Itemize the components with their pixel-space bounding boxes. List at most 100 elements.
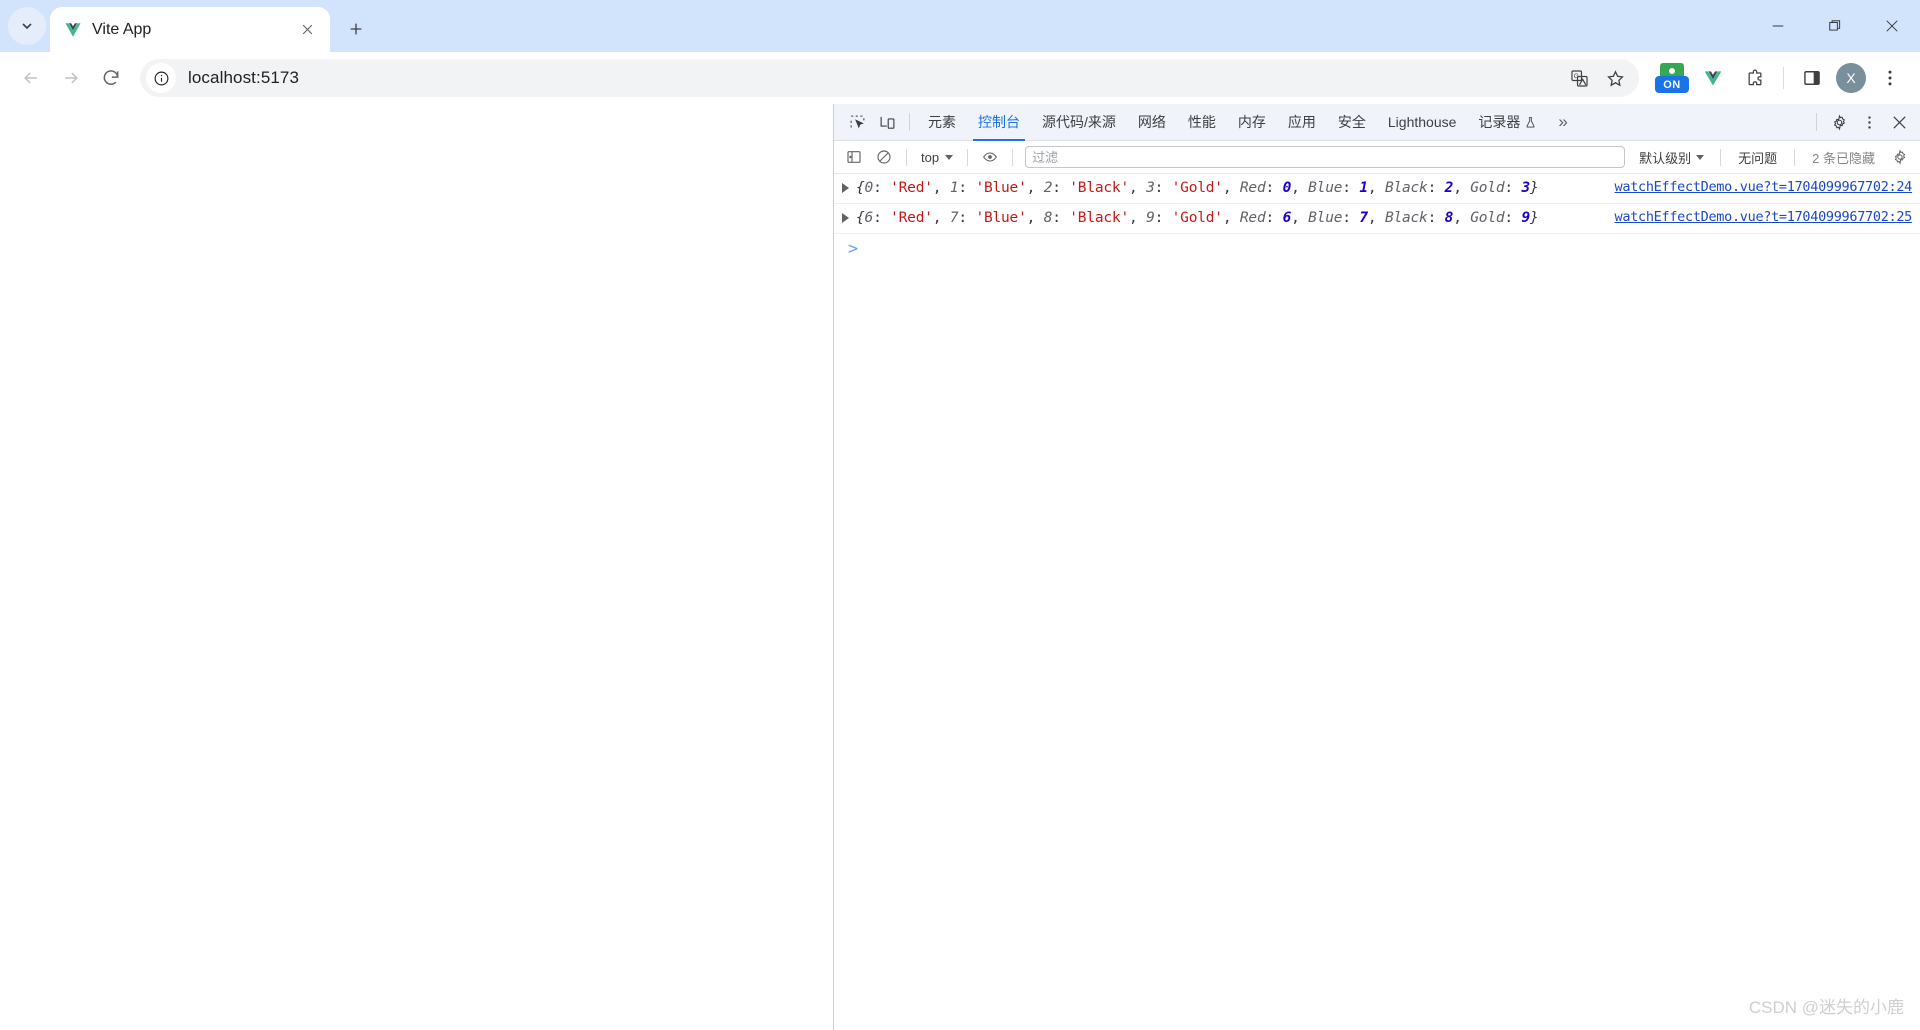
bookmark-button[interactable] <box>1599 62 1631 94</box>
console-filter-input[interactable] <box>1025 146 1626 168</box>
back-arrow-icon <box>24 72 37 84</box>
expand-arrow-icon[interactable] <box>834 179 856 193</box>
devtools-tab-memory[interactable]: 内存 <box>1227 104 1277 141</box>
devtools-settings-button[interactable] <box>1824 108 1854 136</box>
extensions-button[interactable] <box>1737 60 1773 96</box>
forward-arrow-icon <box>65 72 78 84</box>
devtools-tab-lighthouse[interactable]: Lighthouse <box>1377 104 1468 141</box>
star-icon <box>1606 69 1624 86</box>
close-icon <box>302 24 312 35</box>
translate-button[interactable]: G <box>1563 62 1595 94</box>
console-log-source-link[interactable]: watchEffectDemo.vue?t=1704099967702:25 <box>1601 209 1913 225</box>
plus-icon <box>350 23 362 35</box>
toolbar-right-actions: ON X <box>1655 60 1908 96</box>
inspect-element-button[interactable] <box>842 108 872 136</box>
gear-icon <box>1833 113 1845 131</box>
devtools-panel: 元素 控制台 源代码/来源 网络 性能 内存 应用 安全 Lighthouse … <box>833 104 1920 1030</box>
filterbar-divider-2 <box>967 148 969 166</box>
device-toolbar-icon <box>880 116 894 129</box>
execution-context-selector[interactable]: top <box>915 145 959 169</box>
console-prompt-row[interactable]: > <box>834 234 1920 264</box>
reload-button[interactable] <box>92 59 130 97</box>
console-message-list[interactable]: {0: 'Red', 1: 'Blue', 2: 'Black', 3: 'Go… <box>834 174 1920 1030</box>
filterbar-divider-1 <box>906 148 907 166</box>
maximize-button[interactable] <box>1806 0 1863 52</box>
tab-label: 记录器 <box>1478 114 1521 130</box>
live-expression-icon <box>983 152 998 162</box>
console-log-row[interactable]: {6: 'Red', 7: 'Blue', 8: 'Black', 9: 'Go… <box>834 204 1920 234</box>
filterbar-divider-3 <box>1012 148 1014 166</box>
close-window-button[interactable] <box>1863 0 1920 52</box>
browser-menu-button[interactable] <box>1872 60 1908 96</box>
reload-icon <box>103 70 119 85</box>
log-level-label: 默认级别 <box>1639 150 1692 166</box>
console-log-object: {0: 'Red', 1: 'Blue', 2: 'Black', 3: 'Go… <box>856 180 1539 196</box>
kebab-menu-icon <box>1867 115 1871 129</box>
browser-toolbar: localhost:5173 G ON X <box>0 52 1920 104</box>
console-settings-button[interactable] <box>1886 144 1914 170</box>
devtools-tab-elements[interactable]: 元素 <box>917 104 967 141</box>
console-sidebar-icon <box>847 151 861 163</box>
tab-close-button[interactable] <box>294 17 320 43</box>
devtools-tab-security[interactable]: 安全 <box>1327 104 1377 141</box>
site-info-button[interactable] <box>146 63 176 93</box>
devtools-tab-console[interactable]: 控制台 <box>967 104 1031 141</box>
forward-button[interactable] <box>52 59 90 97</box>
tab-label: Lighthouse <box>1387 114 1457 130</box>
side-panel-icon <box>1804 71 1820 85</box>
address-bar[interactable]: localhost:5173 G <box>140 59 1639 97</box>
web-page-viewport[interactable] <box>0 104 833 1030</box>
execution-context-label: top <box>921 149 940 165</box>
close-icon <box>1892 115 1906 129</box>
console-log-source-link[interactable]: watchEffectDemo.vue?t=1704099967702:24 <box>1601 179 1913 195</box>
expand-arrow-icon[interactable] <box>834 209 856 223</box>
tab-search-button[interactable] <box>8 7 46 45</box>
profile-avatar[interactable]: X <box>1836 63 1866 93</box>
more-tabs-button[interactable]: » <box>1548 112 1577 132</box>
devtools-tab-performance[interactable]: 性能 <box>1177 104 1227 141</box>
new-tab-button[interactable] <box>338 11 374 47</box>
tab-label: 安全 <box>1337 114 1366 130</box>
close-icon <box>1885 20 1898 32</box>
filterbar-divider-5 <box>1794 148 1796 166</box>
live-expression-button[interactable] <box>976 144 1004 170</box>
tab-strip: Vite App <box>0 0 1920 52</box>
flask-icon <box>1526 116 1535 128</box>
tab-label: 应用 <box>1287 114 1316 130</box>
console-log-object: {6: 'Red', 7: 'Blue', 8: 'Black', 9: 'Go… <box>856 210 1539 226</box>
clear-console-button[interactable] <box>870 144 898 170</box>
devtools-tab-recorder[interactable]: 记录器 <box>1467 104 1548 141</box>
toolbar-divider <box>1783 67 1784 89</box>
devtools-menu-button[interactable] <box>1854 108 1884 136</box>
prompt-chevron-icon: > <box>847 239 859 259</box>
content-area: 元素 控制台 源代码/来源 网络 性能 内存 应用 安全 Lighthouse … <box>0 104 1920 1030</box>
hidden-messages-count[interactable]: 2 条已隐藏 <box>1803 148 1884 167</box>
chevron-down-icon <box>1696 154 1705 160</box>
extension-on-button[interactable]: ON <box>1655 63 1689 93</box>
window-controls <box>1749 0 1920 52</box>
filterbar-divider-4 <box>1720 148 1722 166</box>
devtools-tab-application[interactable]: 应用 <box>1277 104 1327 141</box>
info-circle-icon <box>154 71 168 85</box>
browser-tab[interactable]: Vite App <box>50 7 330 52</box>
watermark: CSDN @迷失的小鹿 <box>1748 998 1904 1017</box>
devtools-tab-network[interactable]: 网络 <box>1127 104 1177 141</box>
tabbar-divider-right <box>1816 113 1817 131</box>
tab-label: 网络 <box>1137 114 1166 130</box>
back-button[interactable] <box>12 59 50 97</box>
console-log-row[interactable]: {0: 'Red', 1: 'Blue', 2: 'Black', 3: 'Go… <box>834 174 1920 204</box>
devtools-close-button[interactable] <box>1884 108 1914 136</box>
console-sidebar-toggle[interactable] <box>840 144 868 170</box>
side-panel-button[interactable] <box>1794 60 1830 96</box>
issues-status[interactable]: 无问题 <box>1729 148 1786 167</box>
browser-window: Vite App localhost:5173 G ON X 元素 控制台 源代… <box>0 0 1920 1030</box>
vue-logo-icon <box>64 21 82 39</box>
log-level-selector[interactable]: 默认级别 <box>1631 148 1712 167</box>
extension-on-badge: ON <box>1655 76 1689 93</box>
devtools-tab-sources[interactable]: 源代码/来源 <box>1031 104 1127 141</box>
vue-devtools-button[interactable] <box>1695 60 1731 96</box>
device-toolbar-button[interactable] <box>872 108 902 136</box>
omnibox-actions: G <box>1563 62 1631 94</box>
minimize-button[interactable] <box>1749 0 1806 52</box>
url-text: localhost:5173 <box>188 68 300 87</box>
